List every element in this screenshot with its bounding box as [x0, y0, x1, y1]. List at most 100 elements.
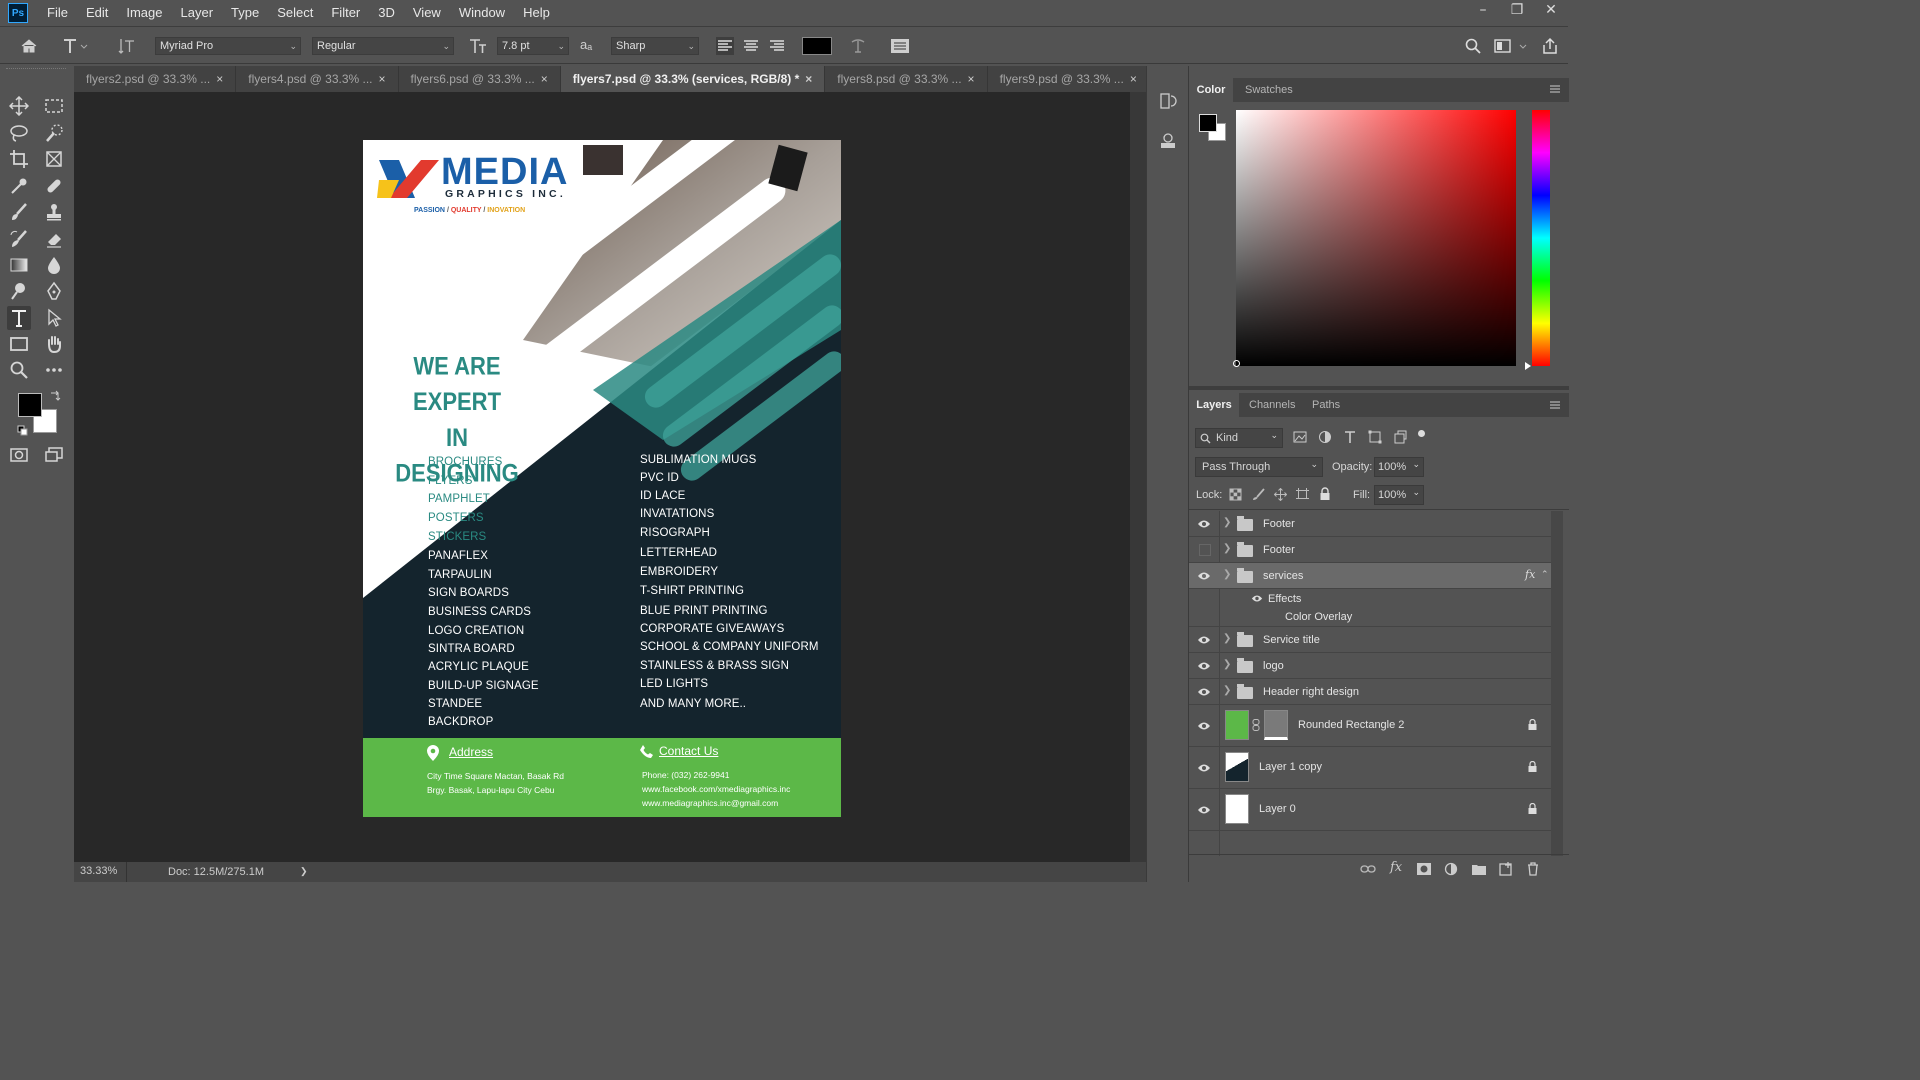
delete-layer-icon[interactable]	[1526, 862, 1540, 876]
layer-row-layer-1-copy[interactable]: Layer 1 copy	[1189, 747, 1551, 789]
path-selection-tool-icon[interactable]	[42, 306, 66, 330]
properties-panel-icon[interactable]	[1159, 132, 1177, 150]
lock-all-icon[interactable]	[1319, 487, 1331, 501]
blend-mode-select[interactable]: Pass Through ⌄	[1195, 457, 1323, 477]
layers-scrollbar[interactable]	[1551, 511, 1563, 856]
chevron-right-icon[interactable]: ❯	[1223, 685, 1231, 696]
menu-view[interactable]: View	[404, 0, 450, 26]
chevron-right-icon[interactable]: ❯	[1223, 543, 1231, 554]
new-adjustment-layer-icon[interactable]	[1444, 862, 1458, 876]
layer-row-color-overlay[interactable]: Color Overlay	[1189, 609, 1551, 627]
align-right-button[interactable]	[768, 37, 786, 55]
tab-flyers9[interactable]: flyers9.psd @ 33.3% ... ×	[988, 66, 1150, 92]
tab-flyers8[interactable]: flyers8.psd @ 33.3% ... ×	[825, 66, 988, 92]
history-panel-icon[interactable]	[1159, 92, 1177, 110]
new-layer-icon[interactable]	[1499, 862, 1513, 876]
zoom-level[interactable]: 33.33%	[80, 865, 117, 877]
tab-paths[interactable]: Paths	[1312, 399, 1340, 411]
zoom-tool-icon[interactable]	[7, 358, 31, 382]
clone-stamp-tool-icon[interactable]	[42, 200, 66, 224]
tab-swatches[interactable]: Swatches	[1245, 84, 1293, 96]
font-family-select[interactable]: Myriad Pro ⌄	[155, 37, 301, 55]
align-left-button[interactable]	[716, 37, 734, 55]
status-menu-arrow-icon[interactable]: ❯	[300, 866, 308, 877]
menu-image[interactable]: Image	[117, 0, 171, 26]
rectangle-tool-icon[interactable]	[7, 332, 31, 356]
menu-layer[interactable]: Layer	[172, 0, 223, 26]
menu-edit[interactable]: Edit	[77, 0, 117, 26]
add-mask-icon[interactable]	[1416, 862, 1432, 876]
quick-selection-tool-icon[interactable]	[42, 121, 66, 145]
hue-slider[interactable]	[1532, 110, 1550, 366]
tab-channels[interactable]: Channels	[1249, 399, 1295, 411]
menu-help[interactable]: Help	[514, 0, 559, 26]
default-colors-icon[interactable]	[17, 425, 29, 437]
layer-row-rounded-rectangle-2[interactable]: Rounded Rectangle 2	[1189, 705, 1551, 747]
new-group-icon[interactable]	[1471, 862, 1487, 876]
layer-effects-fx-icon[interactable]: fx	[1525, 568, 1535, 581]
frame-tool-icon[interactable]	[42, 147, 66, 171]
panel-grip[interactable]	[6, 68, 66, 70]
opacity-input[interactable]: 100% ⌄	[1374, 457, 1424, 477]
restore-button[interactable]: ❐	[1500, 0, 1534, 20]
crop-tool-icon[interactable]	[7, 147, 31, 171]
search-icon[interactable]	[1464, 37, 1482, 55]
close-icon[interactable]: ×	[968, 72, 975, 86]
tab-flyers4[interactable]: flyers4.psd @ 33.3% ... ×	[236, 66, 399, 92]
home-icon[interactable]	[20, 37, 38, 55]
warp-text-icon[interactable]	[849, 37, 867, 55]
fill-input[interactable]: 100% ⌄	[1374, 485, 1424, 505]
pen-tool-icon[interactable]	[42, 279, 66, 303]
workspace-icon[interactable]	[1494, 37, 1528, 55]
menu-filter[interactable]: Filter	[322, 0, 369, 26]
link-layers-icon[interactable]	[1360, 862, 1376, 876]
photoshop-logo[interactable]: Ps	[8, 3, 28, 23]
visibility-eye-icon[interactable]	[1197, 687, 1211, 697]
layer-row-header-right-design[interactable]: ❯ Header right design	[1189, 679, 1551, 705]
close-icon[interactable]: ×	[379, 72, 386, 86]
visibility-eye-icon[interactable]	[1197, 519, 1211, 529]
history-brush-tool-icon[interactable]	[7, 227, 31, 251]
font-size-input[interactable]: 7.8 pt ⌄	[497, 37, 569, 55]
chevron-right-icon[interactable]: ❯	[1223, 569, 1231, 580]
layer-filter-select[interactable]: Kind ⌄	[1195, 428, 1283, 448]
more-tools-icon[interactable]	[42, 358, 66, 382]
lock-transparent-icon[interactable]	[1229, 488, 1242, 501]
foreground-color-swatch[interactable]	[18, 393, 42, 417]
visibility-eye-icon[interactable]	[1197, 661, 1211, 671]
share-icon[interactable]	[1541, 37, 1559, 55]
brush-tool-icon[interactable]	[7, 200, 31, 224]
visibility-toggle-empty[interactable]	[1199, 544, 1211, 556]
menu-window[interactable]: Window	[450, 0, 514, 26]
layer-row-footer-hidden[interactable]: ❯ Footer	[1189, 537, 1551, 563]
color-picker-field[interactable]	[1236, 110, 1516, 366]
text-orientation-icon[interactable]	[118, 37, 136, 55]
layer-row-effects[interactable]: Effects	[1189, 589, 1551, 609]
layer-row-footer[interactable]: ❯ Footer	[1189, 511, 1551, 537]
lock-position-icon[interactable]	[1274, 488, 1287, 501]
quick-mask-icon[interactable]	[7, 443, 31, 467]
screen-mode-icon[interactable]	[42, 443, 66, 467]
minimize-button[interactable]: –	[1466, 0, 1500, 20]
tab-color[interactable]: Color	[1189, 78, 1233, 102]
chevron-right-icon[interactable]: ❯	[1223, 633, 1231, 644]
chevron-up-icon[interactable]: ⌃	[1541, 569, 1549, 580]
menu-type[interactable]: Type	[222, 0, 268, 26]
lock-artboard-icon[interactable]	[1296, 488, 1309, 501]
filter-toggle-icon[interactable]	[1418, 430, 1425, 437]
layer-row-layer-0[interactable]: Layer 0	[1189, 789, 1551, 831]
chevron-right-icon[interactable]: ❯	[1223, 517, 1231, 528]
menu-select[interactable]: Select	[268, 0, 322, 26]
vertical-scrollbar[interactable]	[1130, 92, 1146, 862]
marquee-tool-icon[interactable]	[42, 94, 66, 118]
lasso-tool-icon[interactable]	[7, 121, 31, 145]
filter-pixel-icon[interactable]	[1293, 430, 1307, 444]
font-style-select[interactable]: Regular ⌄	[312, 37, 454, 55]
type-tool-preset-icon[interactable]	[62, 37, 88, 55]
color-picker-cursor[interactable]	[1233, 360, 1240, 367]
close-icon[interactable]: ×	[541, 72, 548, 86]
visibility-eye-icon[interactable]	[1197, 571, 1211, 581]
visibility-eye-icon[interactable]	[1197, 721, 1211, 731]
menu-file[interactable]: File	[38, 0, 77, 26]
move-tool-icon[interactable]	[7, 94, 31, 118]
